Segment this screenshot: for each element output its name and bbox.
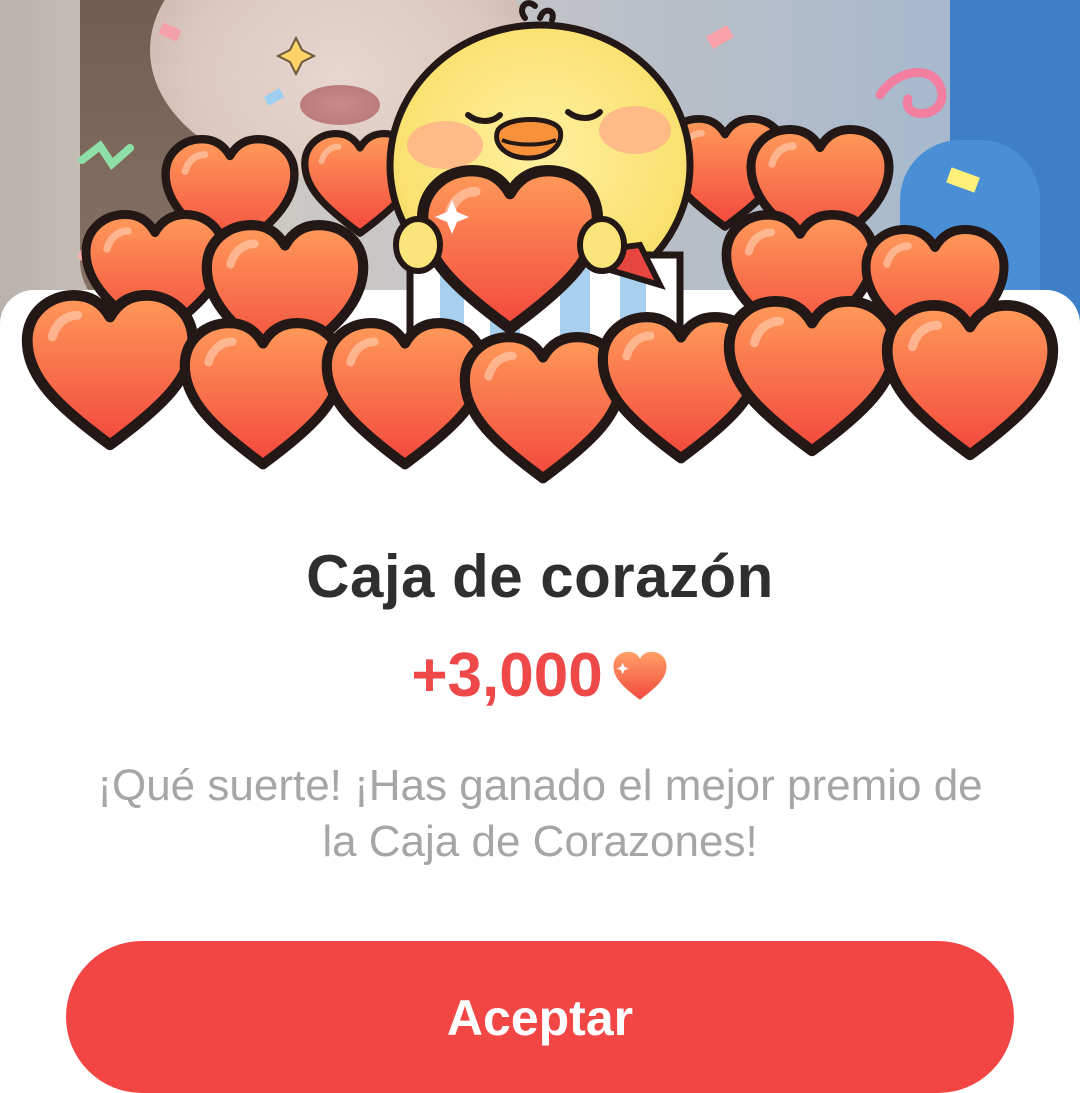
heart-icon — [613, 651, 667, 700]
reward-amount: +3,000 — [411, 641, 603, 710]
chick-left-wing — [393, 216, 443, 274]
dialog-title: Caja de corazón — [306, 543, 774, 610]
reward-message: ¡Qué suerte! ¡Has ganado el mejor premio… — [97, 761, 983, 866]
accept-button[interactable]: Aceptar — [66, 941, 1014, 1093]
heart-box-illustration — [0, 0, 1080, 490]
reward-amount-row: +3,000 — [0, 640, 1080, 711]
chick-right-wing — [577, 216, 627, 274]
